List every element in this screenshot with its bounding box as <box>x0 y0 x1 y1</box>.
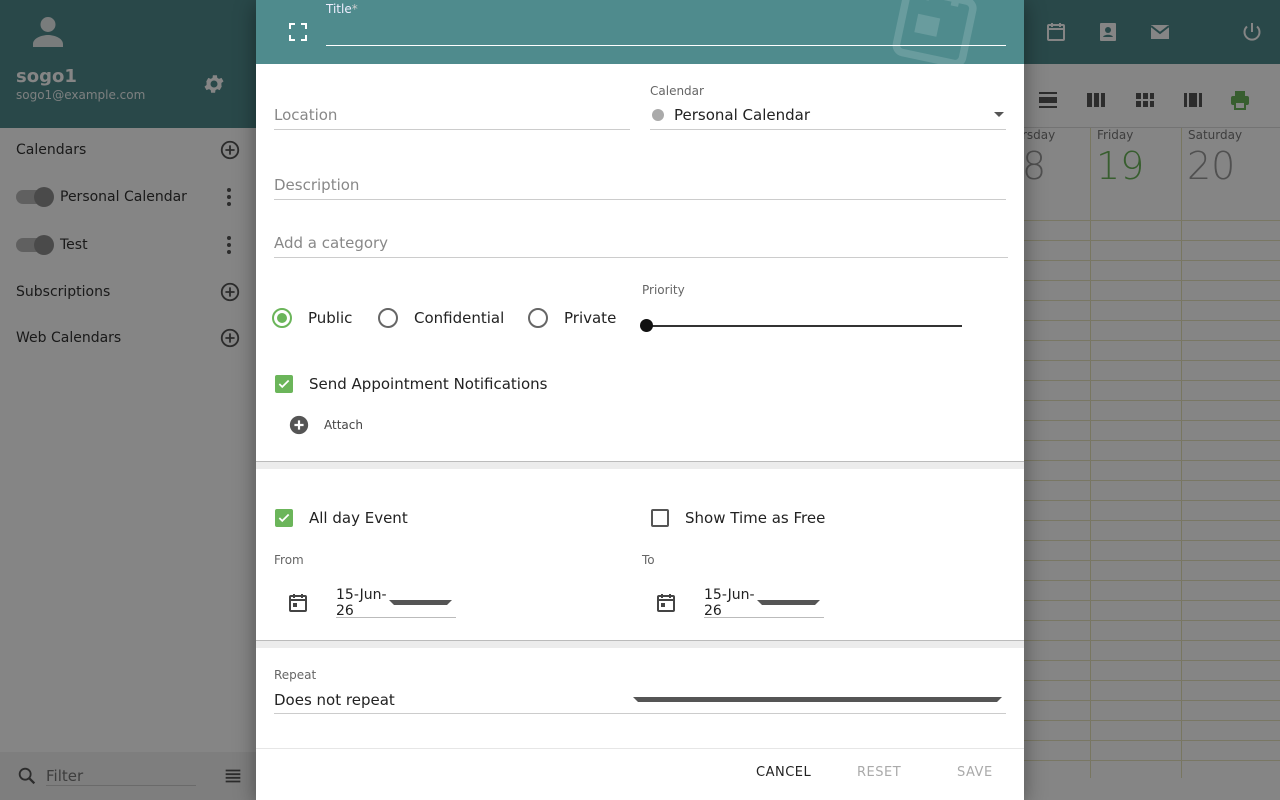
calendar-icon[interactable] <box>286 591 310 615</box>
category-input[interactable] <box>274 228 1008 258</box>
reset-button[interactable]: RESET <box>857 765 901 780</box>
dropdown-arrow-icon[interactable] <box>757 600 820 605</box>
radio-label: Public <box>308 309 353 327</box>
calendar-select[interactable]: Personal Calendar <box>650 100 1006 130</box>
send-notifications-checkbox[interactable]: Send Appointment Notifications <box>275 375 547 393</box>
priority-slider-thumb[interactable] <box>640 319 653 332</box>
dropdown-arrow-icon <box>994 112 1004 117</box>
checkbox-box[interactable] <box>275 375 293 393</box>
radio-button[interactable] <box>528 308 548 328</box>
radio-button[interactable] <box>378 308 398 328</box>
add-circle-icon[interactable] <box>288 414 310 436</box>
check-icon <box>278 513 290 523</box>
priority-label: Priority <box>642 283 685 297</box>
show-time-free-checkbox[interactable]: Show Time as Free <box>651 509 825 527</box>
to-date-input[interactable]: 15-Jun-26 <box>704 586 824 619</box>
radio-label: Confidential <box>414 309 505 327</box>
radio-confidential[interactable]: Confidential <box>378 308 504 328</box>
description-input[interactable] <box>274 170 1006 200</box>
attach-button[interactable]: Attach <box>288 414 363 436</box>
from-date-value: 15-Jun-26 <box>336 586 387 619</box>
event-editor-dialog: Title* Calendar Personal Calendar Public… <box>256 0 1024 800</box>
repeat-label: Repeat <box>274 668 317 682</box>
title-label: Title* <box>326 2 358 16</box>
repeat-select[interactable]: Does not repeat <box>274 686 1006 714</box>
attach-label: Attach <box>324 418 363 432</box>
to-label: To <box>642 553 655 567</box>
calendar-label: Calendar <box>650 84 704 98</box>
calendar-icon[interactable] <box>654 591 678 615</box>
cancel-button[interactable]: CANCEL <box>756 765 811 780</box>
checkbox-box[interactable] <box>651 509 669 527</box>
radio-public[interactable]: Public <box>272 308 352 328</box>
from-date-field[interactable]: 15-Jun-26 <box>286 586 456 619</box>
calendar-color-dot <box>652 108 664 121</box>
dialog-header: Title* <box>256 0 1024 64</box>
fullscreen-icon[interactable] <box>286 20 310 44</box>
checkbox-box[interactable] <box>275 509 293 527</box>
section-divider <box>256 461 1024 469</box>
calendar-select-value: Personal Calendar <box>674 105 810 124</box>
to-date-value: 15-Jun-26 <box>704 586 755 619</box>
save-button[interactable]: SAVE <box>957 765 993 780</box>
from-date-input[interactable]: 15-Jun-26 <box>336 586 456 619</box>
check-icon <box>278 379 290 389</box>
location-input[interactable] <box>274 100 630 130</box>
calendar-watermark-icon <box>892 0 977 64</box>
required-marker: * <box>351 2 358 16</box>
priority-slider[interactable] <box>646 325 962 327</box>
checkbox-label: Show Time as Free <box>685 509 826 527</box>
section-divider <box>256 640 1024 648</box>
dialog-actions: CANCEL RESET SAVE <box>256 748 1024 800</box>
dropdown-arrow-icon[interactable] <box>389 600 452 605</box>
from-label: From <box>274 553 304 567</box>
all-day-checkbox[interactable]: All day Event <box>275 509 408 527</box>
checkbox-label: Send Appointment Notifications <box>309 375 548 393</box>
radio-label: Private <box>564 309 617 327</box>
to-date-field[interactable]: 15-Jun-26 <box>654 586 824 619</box>
checkbox-label: All day Event <box>309 509 408 527</box>
dropdown-arrow-icon <box>633 697 1002 702</box>
repeat-select-value: Does not repeat <box>274 690 395 709</box>
radio-private[interactable]: Private <box>528 308 616 328</box>
radio-button[interactable] <box>272 308 292 328</box>
title-label-text: Title <box>326 2 352 16</box>
